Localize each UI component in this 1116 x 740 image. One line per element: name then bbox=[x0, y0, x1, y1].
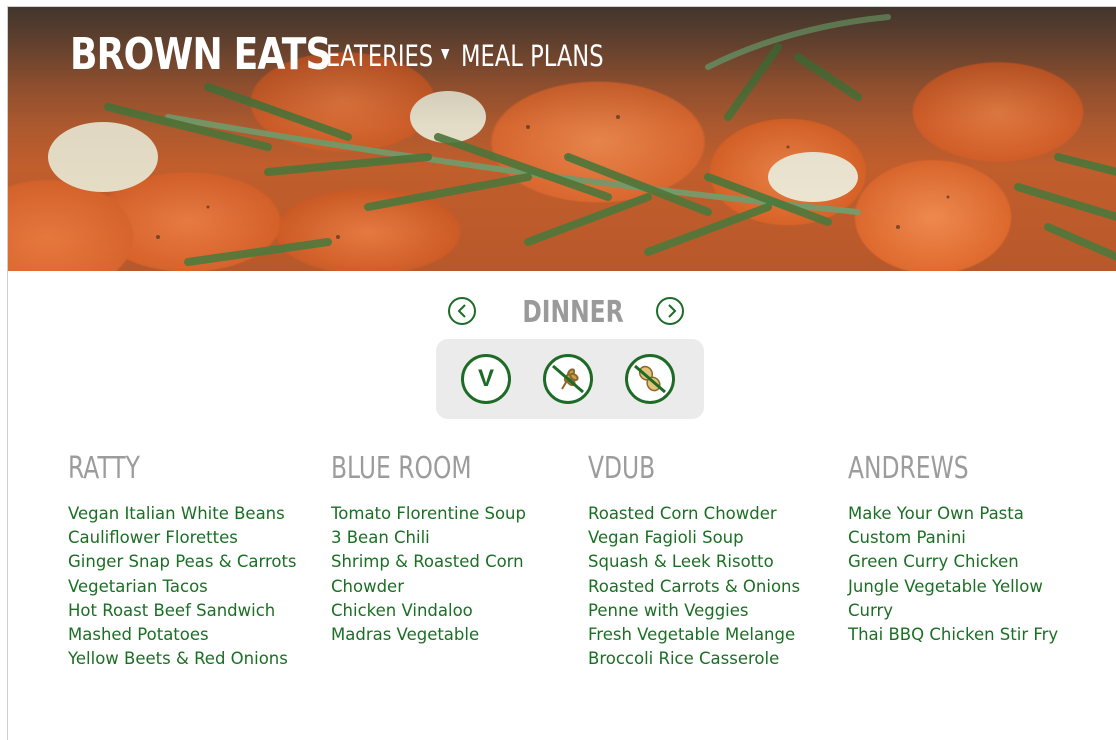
chevron-left-icon bbox=[457, 304, 466, 318]
nav-eateries-label: EATERIES bbox=[326, 39, 434, 73]
menu-item[interactable]: Ginger Snap Peas & Carrots bbox=[68, 550, 308, 574]
menu-item[interactable]: Jungle Vegetable Yellow Curry bbox=[848, 575, 1063, 623]
menu-item[interactable]: Broccoli Rice Casserole bbox=[588, 647, 828, 671]
menu-list: Roasted Corn Chowder Vegan Fagioli Soup … bbox=[588, 502, 828, 671]
menu-item[interactable]: Madras Vegetable bbox=[331, 623, 546, 647]
menu-item[interactable]: Fresh Vegetable Melange bbox=[588, 623, 828, 647]
hero-banner: BROWN EATS EATERIES ▼ MEAL PLANS bbox=[8, 7, 1116, 271]
nut-free-filter-button[interactable] bbox=[625, 354, 675, 404]
menu-item[interactable]: Custom Panini bbox=[848, 526, 1063, 550]
app-frame: BROWN EATS EATERIES ▼ MEAL PLANS DINNER V bbox=[7, 6, 1116, 740]
hall-column-blue-room: BLUE ROOM Tomato Florentine Soup 3 Bean … bbox=[331, 452, 546, 647]
caret-down-icon: ▼ bbox=[440, 46, 450, 62]
current-meal-label: DINNER bbox=[522, 295, 624, 330]
menu-item[interactable]: Hot Roast Beef Sandwich bbox=[68, 599, 308, 623]
menu-item[interactable]: Roasted Corn Chowder bbox=[588, 502, 828, 526]
menu-item[interactable]: Vegan Italian White Beans bbox=[68, 502, 308, 526]
chevron-right-icon bbox=[668, 304, 677, 318]
hall-title: ANDREWS bbox=[848, 451, 969, 486]
menu-item[interactable]: Penne with Veggies bbox=[588, 599, 828, 623]
menu-item[interactable]: Green Curry Chicken bbox=[848, 550, 1063, 574]
hall-column-vdub: VDUB Roasted Corn Chowder Vegan Fagioli … bbox=[588, 452, 828, 671]
hall-title: BLUE ROOM bbox=[331, 451, 472, 486]
menu-item[interactable]: Cauliflower Florettes bbox=[68, 526, 308, 550]
menu-item[interactable]: Vegan Fagioli Soup bbox=[588, 526, 828, 550]
nav-eateries[interactable]: EATERIES ▼ bbox=[326, 39, 449, 73]
menu-item[interactable]: Tomato Florentine Soup bbox=[331, 502, 546, 526]
vegan-filter-button[interactable]: V bbox=[461, 354, 511, 404]
meal-selector: DINNER bbox=[448, 295, 698, 335]
menu-list: Make Your Own Pasta Custom Panini Green … bbox=[848, 502, 1063, 647]
hall-column-ratty: RATTY Vegan Italian White Beans Cauliflo… bbox=[68, 452, 308, 671]
gluten-free-filter-button[interactable] bbox=[543, 354, 593, 404]
menu-item[interactable]: Squash & Leek Risotto bbox=[588, 550, 828, 574]
hall-column-andrews: ANDREWS Make Your Own Pasta Custom Panin… bbox=[848, 452, 1063, 647]
menu-item[interactable]: Yellow Beets & Red Onions bbox=[68, 647, 308, 671]
no-wheat-icon bbox=[552, 364, 584, 394]
menu-list: Vegan Italian White Beans Cauliflower Fl… bbox=[68, 502, 308, 671]
next-meal-button[interactable] bbox=[656, 297, 684, 325]
menu-item[interactable]: Mashed Potatoes bbox=[68, 623, 308, 647]
hall-title: RATTY bbox=[68, 451, 140, 486]
dietary-filter-bar: V bbox=[436, 339, 704, 419]
menu-item[interactable]: Chicken Vindaloo bbox=[331, 599, 546, 623]
menu-item[interactable]: Roasted Carrots & Onions bbox=[588, 575, 828, 599]
menu-list: Tomato Florentine Soup 3 Bean Chili Shri… bbox=[331, 502, 546, 647]
menu-item[interactable]: Make Your Own Pasta bbox=[848, 502, 1063, 526]
no-peanut-icon bbox=[634, 364, 666, 394]
brand-logo[interactable]: BROWN EATS bbox=[70, 29, 332, 80]
menu-item[interactable]: 3 Bean Chili bbox=[331, 526, 546, 550]
hall-title: VDUB bbox=[588, 451, 656, 486]
menu-item[interactable]: Vegetarian Tacos bbox=[68, 575, 308, 599]
menu-item[interactable]: Shrimp & Roasted Corn Chowder bbox=[331, 550, 546, 598]
nav-meal-plans[interactable]: MEAL PLANS bbox=[461, 39, 604, 73]
prev-meal-button[interactable] bbox=[448, 297, 476, 325]
vegan-icon: V bbox=[477, 365, 494, 392]
menu-item[interactable]: Thai BBQ Chicken Stir Fry bbox=[848, 623, 1063, 647]
